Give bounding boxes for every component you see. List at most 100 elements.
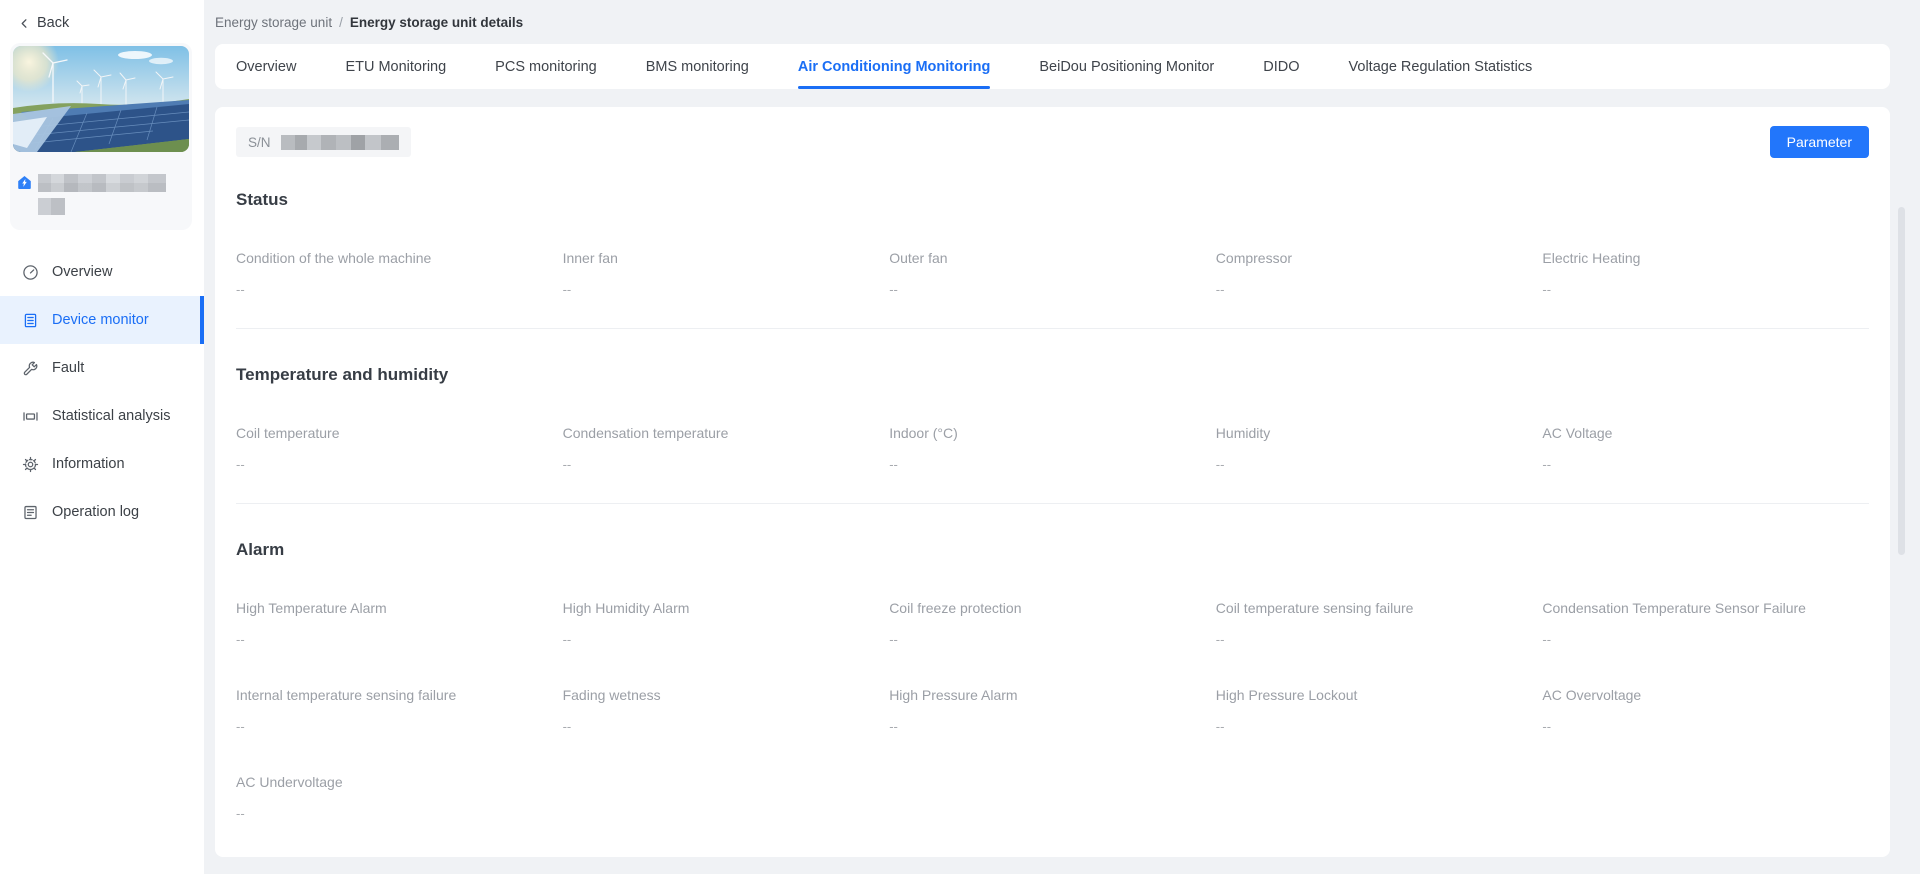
section-title: Status [236, 190, 288, 209]
field-coil-temperature: Coil temperature -- [236, 425, 563, 472]
field-electric-heating: Electric Heating -- [1542, 250, 1869, 297]
field-value: -- [1215, 632, 1225, 647]
sidebar-item-operation-log[interactable]: Operation log [0, 488, 204, 536]
scrollbar-thumb[interactable] [1898, 207, 1905, 555]
field-inner-fan: Inner fan -- [563, 250, 890, 297]
tab-dido[interactable]: DIDO [1263, 44, 1299, 89]
house-energy-icon [18, 175, 31, 189]
field-label: High Pressure Alarm [889, 687, 1018, 703]
sidebar-nav: Overview Device monitor Fault Statistical a… [0, 248, 204, 536]
tab-overview[interactable]: Overview [236, 44, 296, 89]
stats-icon [22, 408, 39, 425]
field-fading-wetness: Fading wetness -- [563, 687, 890, 734]
section-title: Alarm [236, 540, 285, 559]
field-label: Compressor [1215, 250, 1293, 266]
field-value: -- [889, 457, 898, 472]
serial-number-chip: S/N [236, 127, 411, 157]
field-compressor: Compressor -- [1216, 250, 1543, 297]
field-value: -- [236, 632, 245, 647]
tab-voltage-regulation-statistics[interactable]: Voltage Regulation Statistics [1349, 44, 1533, 89]
field-label: Coil freeze protection [889, 600, 1022, 616]
field-label: AC Overvoltage [1542, 687, 1642, 703]
site-name-line2-redacted [38, 198, 65, 215]
field-label: High Temperature Alarm [236, 600, 387, 616]
field-label: Coil temperature sensing failure [1215, 600, 1414, 616]
field-high-pressure-alarm: High Pressure Alarm -- [889, 687, 1216, 734]
field-label: Humidity [1215, 425, 1271, 441]
serial-number-label: S/N [248, 134, 271, 150]
sections: Status Condition of the whole machine -- In… [236, 190, 1869, 821]
wrench-icon [22, 360, 39, 377]
sidebar-item-information[interactable]: Information [0, 440, 204, 488]
field-value: -- [562, 282, 572, 297]
tab-beidou-positioning-monitor[interactable]: BeiDou Positioning Monitor [1039, 44, 1214, 89]
field-value: -- [1215, 719, 1225, 734]
sidebar-item-fault[interactable]: Fault [0, 344, 204, 392]
field-value: -- [562, 457, 572, 472]
gauge-icon [22, 264, 39, 281]
device-monitor-icon [22, 312, 39, 329]
section-title: Temperature and humidity [236, 365, 449, 384]
field-label: Condensation temperature [562, 425, 729, 441]
app-window: Back Overview Device monitor Fault Stati… [0, 0, 1920, 874]
sidebar-item-label: Operation log [52, 504, 140, 520]
field-label: High Humidity Alarm [562, 600, 690, 616]
field-label: Indoor (°C) [889, 425, 958, 441]
serial-number-value-redacted [280, 134, 399, 150]
tab-etu-monitoring[interactable]: ETU Monitoring [345, 44, 446, 89]
section-alarm: Alarm High Temperature Alarm -- High Humidi… [236, 540, 1869, 821]
tab-bms-monitoring[interactable]: BMS monitoring [646, 44, 749, 89]
fields-grid: Coil temperature -- Condensation temperatu… [236, 425, 1869, 472]
site-name-line1-redacted [38, 174, 166, 192]
tab-bar: Overview ETU Monitoring PCS monitoring BMS … [215, 44, 1890, 89]
site-name-redacted [38, 174, 181, 215]
log-icon [22, 504, 39, 521]
field-label: Internal temperature sensing failure [236, 687, 457, 703]
sidebar-item-label: Fault [52, 360, 85, 376]
section-status: Status Condition of the whole machine -- In… [236, 190, 1869, 297]
chevron-left-icon [21, 18, 27, 28]
sidebar-item-label: Statistical analysis [52, 408, 171, 424]
field-label: Coil temperature [236, 425, 340, 441]
field-value: -- [236, 457, 245, 472]
field-condensation-temperature: Condensation temperature -- [563, 425, 890, 472]
breadcrumb: Energy storage unit / Energy storage uni… [204, 0, 1920, 44]
field-value: -- [889, 632, 898, 647]
tab-pcs-monitoring[interactable]: PCS monitoring [495, 44, 597, 89]
field-ac-overvoltage: AC Overvoltage -- [1542, 687, 1869, 734]
field-high-pressure-lockout: High Pressure Lockout -- [1216, 687, 1543, 734]
field-value: -- [1542, 719, 1552, 734]
field-internal-temperature-sensing-failure: Internal temperature sensing failure -- [236, 687, 563, 734]
field-label: Condition of the whole machine [236, 250, 432, 266]
field-label: Outer fan [889, 250, 948, 266]
field-high-humidity-alarm: High Humidity Alarm -- [563, 600, 890, 647]
field-ac-voltage: AC Voltage -- [1542, 425, 1869, 472]
field-coil-freeze-protection: Coil freeze protection -- [889, 600, 1216, 647]
tab-air-conditioning-monitoring[interactable]: Air Conditioning Monitoring [797, 44, 991, 89]
field-value: -- [562, 719, 572, 734]
field-value: -- [1542, 282, 1552, 297]
sidebar-item-overview[interactable]: Overview [0, 248, 204, 296]
field-outer-fan: Outer fan -- [889, 250, 1216, 297]
fields-grid: High Temperature Alarm -- High Humidity Al… [236, 600, 1869, 821]
field-value: -- [562, 632, 572, 647]
breadcrumb-parent[interactable]: Energy storage unit [215, 15, 332, 30]
content-card: S/N Parameter Status Condition of the who… [215, 107, 1890, 857]
field-indoor-c: Indoor (°C) -- [889, 425, 1216, 472]
field-value: -- [236, 719, 245, 734]
parameter-button[interactable]: Parameter [1769, 126, 1869, 158]
back-label: Back [37, 15, 70, 31]
field-value: -- [889, 719, 898, 734]
sidebar: Back Overview Device monitor Fault Stati… [0, 0, 204, 874]
site-card [10, 43, 192, 230]
field-value: -- [1215, 282, 1225, 297]
field-value: -- [1215, 457, 1225, 472]
sidebar-item-statistical-analysis[interactable]: Statistical analysis [0, 392, 204, 440]
field-value: -- [1542, 457, 1552, 472]
field-label: AC Undervoltage [236, 774, 343, 790]
site-photo [13, 46, 189, 152]
back-button[interactable]: Back [0, 0, 204, 31]
sidebar-item-device-monitor[interactable]: Device monitor [0, 296, 204, 344]
field-label: AC Voltage [1542, 425, 1613, 441]
main-area: Energy storage unit / Energy storage uni… [204, 0, 1920, 874]
